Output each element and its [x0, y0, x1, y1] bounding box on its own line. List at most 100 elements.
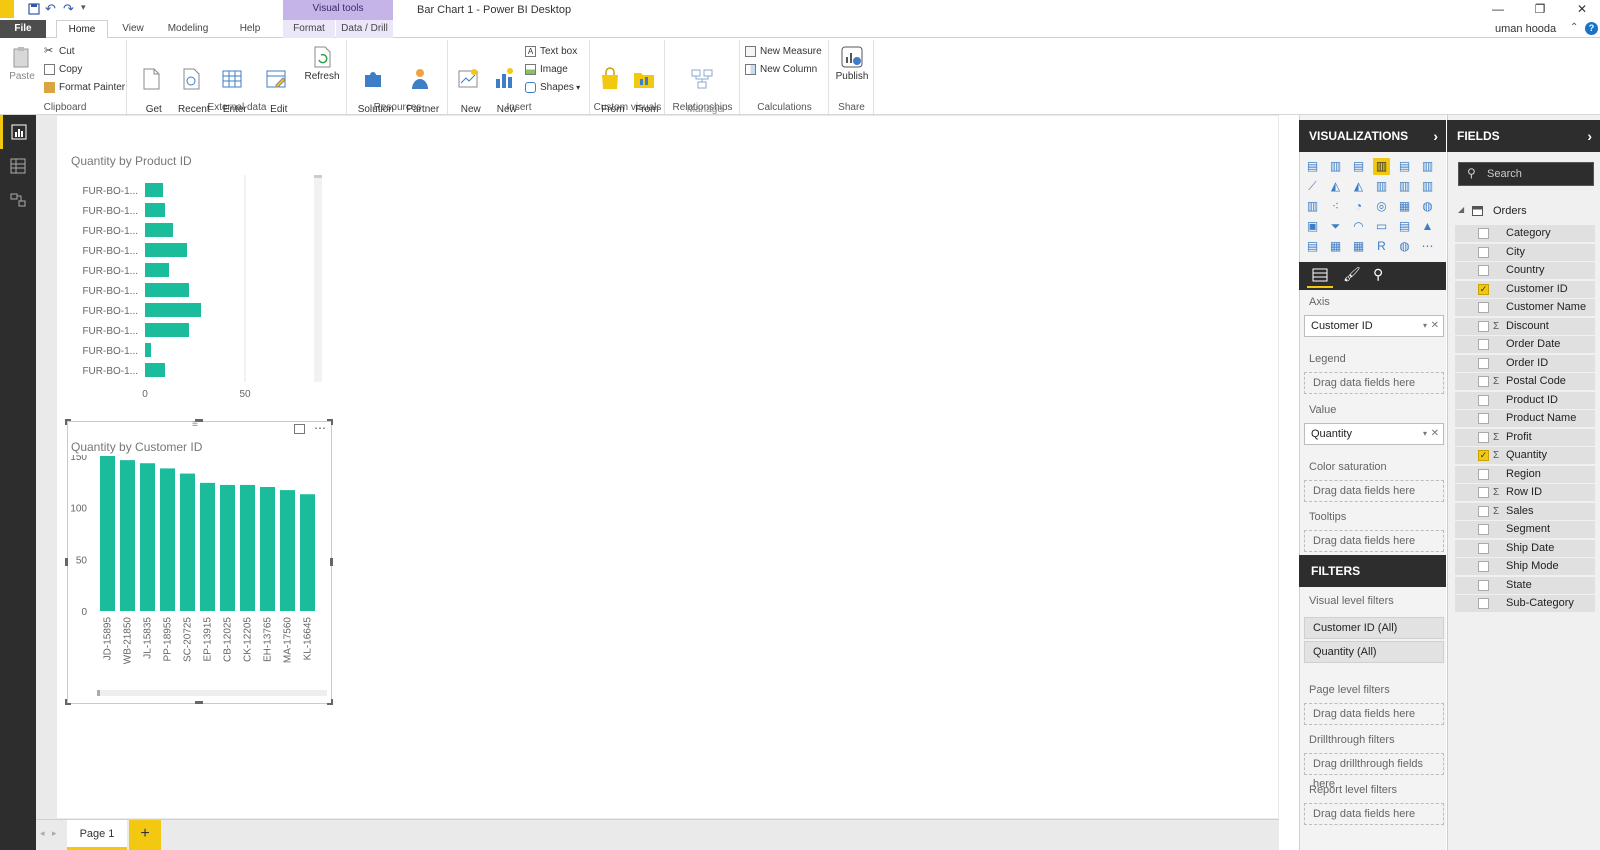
- field-item[interactable]: ✓ Customer ID: [1455, 280, 1595, 298]
- scrollbar-thumb[interactable]: [97, 690, 100, 696]
- viz-100-bar-icon[interactable]: ▤: [1396, 158, 1413, 175]
- user-name[interactable]: uman hooda: [1495, 23, 1556, 35]
- new-page-button[interactable]: New Page▾: [452, 45, 484, 126]
- page-scroll-right-icon[interactable]: ▸: [52, 828, 57, 839]
- publish-button[interactable]: Publish: [832, 45, 872, 82]
- field-checkbox[interactable]: [1478, 357, 1489, 369]
- collapse-ribbon-icon[interactable]: ⌃: [1570, 22, 1578, 33]
- viz-clustered-bar-icon[interactable]: ▤: [1350, 158, 1367, 175]
- report-filters-drop-zone[interactable]: Drag data fields here: [1304, 803, 1444, 825]
- partner-showcase-button[interactable]: Partner Showcase: [397, 45, 443, 126]
- analytics-magnifier-icon[interactable]: ⚲: [1373, 266, 1383, 283]
- save-icon[interactable]: [28, 3, 40, 15]
- viz-donut-icon[interactable]: ◎: [1373, 198, 1390, 215]
- bar[interactable]: [180, 473, 195, 611]
- search-input[interactable]: Search: [1487, 168, 1522, 180]
- field-item[interactable]: Category: [1455, 225, 1595, 242]
- field-checkbox[interactable]: [1478, 339, 1489, 350]
- new-measure-button[interactable]: New Measure: [745, 45, 822, 59]
- redo-icon[interactable]: ↷: [63, 1, 74, 17]
- field-checkbox[interactable]: [1478, 246, 1489, 258]
- viz-r-visual-icon[interactable]: R: [1373, 238, 1390, 255]
- get-data-button[interactable]: Get Data▾: [133, 45, 169, 126]
- new-visual-button[interactable]: New Visual: [488, 45, 520, 126]
- viz-globe-icon[interactable]: ◍: [1396, 238, 1413, 255]
- from-store-button[interactable]: From Store: [594, 45, 626, 126]
- report-view-button[interactable]: [0, 115, 36, 149]
- cut-button[interactable]: ✂ Cut: [44, 45, 75, 59]
- bar[interactable]: [160, 468, 175, 611]
- bar[interactable]: [145, 363, 165, 377]
- viz-stacked-area-icon[interactable]: ◭: [1350, 178, 1367, 195]
- bar[interactable]: [145, 223, 173, 237]
- color-saturation-drop-zone[interactable]: Drag data fields here: [1304, 480, 1444, 502]
- field-checkbox[interactable]: [1478, 265, 1489, 276]
- viz-filled-map-icon[interactable]: ▣: [1304, 218, 1321, 235]
- field-checkbox[interactable]: ✓: [1478, 450, 1489, 461]
- page-tab-1[interactable]: Page 1: [67, 820, 127, 850]
- copy-button[interactable]: Copy: [44, 63, 82, 77]
- field-checkbox[interactable]: [1478, 302, 1489, 313]
- tab-modeling[interactable]: Modeling: [160, 20, 216, 38]
- bar[interactable]: [280, 490, 295, 611]
- viz-funnel-icon[interactable]: ⏷: [1327, 218, 1344, 235]
- field-item[interactable]: Product Name: [1455, 410, 1595, 427]
- value-remove-icon[interactable]: ✕: [1431, 424, 1439, 444]
- field-checkbox[interactable]: [1478, 579, 1489, 591]
- tab-format[interactable]: Format: [283, 20, 335, 38]
- table-expand-icon[interactable]: ◢: [1458, 205, 1464, 214]
- viz-stacked-bar-icon[interactable]: ▤: [1304, 158, 1321, 175]
- field-checkbox[interactable]: ✓: [1478, 283, 1489, 295]
- page-filters-drop-zone[interactable]: Drag data fields here: [1304, 703, 1444, 725]
- filter-quantity[interactable]: Quantity (All): [1304, 641, 1444, 663]
- bar[interactable]: [145, 243, 187, 257]
- bar[interactable]: [300, 494, 315, 611]
- bar[interactable]: [145, 263, 169, 277]
- field-item[interactable]: Segment: [1455, 521, 1595, 538]
- resize-handle-top-right[interactable]: [327, 419, 333, 425]
- field-item[interactable]: Order ID: [1455, 354, 1595, 372]
- field-item[interactable]: Region: [1455, 465, 1595, 483]
- viz-kpi-icon[interactable]: ▲: [1419, 218, 1436, 235]
- data-view-button[interactable]: [0, 149, 36, 183]
- tab-view[interactable]: View: [115, 20, 151, 38]
- bar[interactable]: [145, 283, 189, 297]
- resize-handle-top-left[interactable]: [65, 419, 71, 425]
- add-page-button[interactable]: +: [129, 820, 161, 850]
- edit-queries-button[interactable]: Edit Queries▾: [256, 45, 296, 126]
- field-checkbox[interactable]: [1478, 376, 1489, 387]
- viz-stacked-column-icon[interactable]: ▥: [1327, 158, 1344, 175]
- bar[interactable]: [145, 343, 151, 357]
- minimize-icon[interactable]: —: [1483, 0, 1513, 18]
- fields-search-box[interactable]: ⚲ Search: [1458, 162, 1594, 186]
- solution-templates-button[interactable]: Solution Templates: [350, 45, 396, 126]
- viz-line-column-icon[interactable]: ▥: [1373, 178, 1390, 195]
- recent-sources-button[interactable]: Recent Sources▾: [171, 45, 212, 126]
- viz-clustered-column-icon[interactable]: ▥: [1373, 158, 1390, 175]
- viz-100-column-icon[interactable]: ▥: [1419, 158, 1436, 175]
- resize-handle-bottom-left[interactable]: [65, 699, 71, 705]
- vertical-scrollbar[interactable]: [314, 175, 322, 382]
- bar-chart-quantity-by-product[interactable]: FUR-BO-1... FUR-BO-1... FUR-BO-1... FUR-BO-…: [60, 170, 330, 415]
- viz-area-icon[interactable]: ◭: [1327, 178, 1344, 195]
- filter-customer-id[interactable]: Customer ID (All): [1304, 617, 1444, 639]
- field-checkbox[interactable]: [1478, 524, 1489, 535]
- field-item[interactable]: Σ Sales: [1455, 502, 1595, 520]
- field-item[interactable]: City: [1455, 243, 1595, 261]
- viz-card-icon[interactable]: ▭: [1373, 218, 1390, 235]
- paint-roller-icon[interactable]: 🖌: [1343, 266, 1361, 283]
- viz-line-icon[interactable]: ⟋: [1304, 178, 1321, 195]
- paste-button[interactable]: Paste: [6, 45, 38, 82]
- field-item[interactable]: Ship Mode: [1455, 558, 1595, 575]
- scrollbar-thumb[interactable]: [314, 175, 322, 178]
- field-checkbox[interactable]: [1478, 598, 1489, 609]
- field-item[interactable]: ✓ Σ Quantity: [1455, 447, 1595, 464]
- resize-handle-right[interactable]: [330, 558, 333, 566]
- viz-multirow-card-icon[interactable]: ▤: [1396, 218, 1413, 235]
- field-item[interactable]: Σ Discount: [1455, 317, 1595, 335]
- bar[interactable]: [220, 484, 235, 611]
- relationships-view-button[interactable]: [0, 183, 36, 217]
- bar[interactable]: [200, 482, 215, 611]
- field-item[interactable]: Customer Name: [1455, 299, 1595, 316]
- horizontal-scrollbar[interactable]: [97, 690, 327, 696]
